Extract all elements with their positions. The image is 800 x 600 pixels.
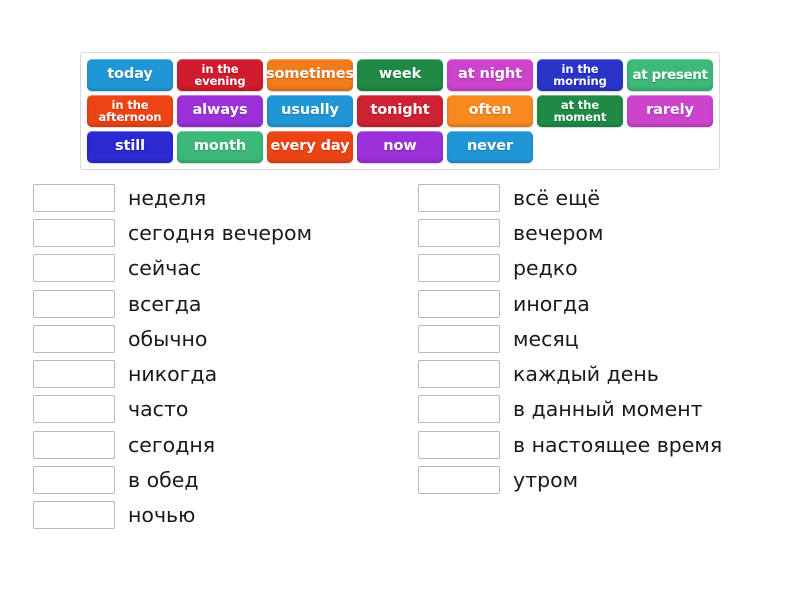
- answer-term-label: в обед: [128, 468, 199, 493]
- word-tile[interactable]: at the moment: [537, 95, 623, 127]
- answer-row: сегодня: [33, 427, 403, 462]
- word-tile[interactable]: rarely: [627, 95, 713, 127]
- word-tile[interactable]: month: [177, 131, 263, 163]
- answer-row: ночью: [33, 498, 403, 533]
- answer-term-label: в настоящее время: [513, 432, 723, 457]
- word-bank-row-2: in the afternoon always usually tonight ofte…: [87, 95, 715, 127]
- answer-row: всегда: [33, 286, 403, 321]
- answer-term-label: редко: [513, 256, 578, 281]
- answer-dropzone[interactable]: [33, 183, 115, 212]
- answer-term-label: иногда: [513, 291, 590, 316]
- word-bank: today in the evening sometimes week at night…: [80, 52, 720, 170]
- answer-dropzone[interactable]: [33, 289, 115, 318]
- word-bank-row-3: still month every day now never: [87, 131, 715, 163]
- exercise-page: today in the evening sometimes week at night…: [0, 0, 800, 600]
- answer-column-right: всё ещё вечером редко иногда месяц каждый ден…: [418, 180, 793, 533]
- answer-dropzone[interactable]: [33, 466, 115, 495]
- word-tile[interactable]: in the morning: [537, 59, 623, 91]
- answer-term-label: ночью: [128, 503, 196, 528]
- answer-dropzone[interactable]: [33, 360, 115, 389]
- answer-dropzone[interactable]: [418, 289, 500, 318]
- answer-row: сегодня вечером: [33, 215, 403, 250]
- answer-dropzone[interactable]: [33, 254, 115, 283]
- answer-row: утром: [418, 462, 793, 497]
- answer-row: каждый день: [418, 356, 793, 391]
- answer-term-label: сегодня вечером: [128, 220, 313, 245]
- answer-term-label: никогда: [128, 362, 218, 387]
- answer-term-label: всё ещё: [513, 185, 601, 210]
- answer-row: никогда: [33, 356, 403, 391]
- answer-row: в настоящее время: [418, 427, 793, 462]
- word-tile[interactable]: never: [447, 131, 533, 163]
- word-tile[interactable]: often: [447, 95, 533, 127]
- answer-row: вечером: [418, 215, 793, 250]
- answer-term-label: всегда: [128, 291, 202, 316]
- answer-row: в обед: [33, 462, 403, 497]
- answer-term-label: в данный момент: [513, 397, 703, 422]
- answer-row: всё ещё: [418, 180, 793, 215]
- word-bank-row-1: today in the evening sometimes week at night…: [87, 59, 715, 91]
- word-tile[interactable]: still: [87, 131, 173, 163]
- answer-term-label: месяц: [513, 326, 579, 351]
- answer-row: сейчас: [33, 251, 403, 286]
- answer-row: неделя: [33, 180, 403, 215]
- answer-term-label: неделя: [128, 185, 207, 210]
- word-tile[interactable]: tonight: [357, 95, 443, 127]
- answer-dropzone[interactable]: [418, 218, 500, 247]
- answer-term-label: сегодня: [128, 432, 216, 457]
- answer-dropzone[interactable]: [418, 360, 500, 389]
- word-tile[interactable]: at night: [447, 59, 533, 91]
- word-tile[interactable]: every day: [267, 131, 353, 163]
- answer-dropzone[interactable]: [33, 218, 115, 247]
- answer-row: обычно: [33, 321, 403, 356]
- answer-row: в данный момент: [418, 392, 793, 427]
- answer-row: редко: [418, 251, 793, 286]
- answer-term-label: утром: [513, 468, 579, 493]
- answer-term-label: обычно: [128, 326, 208, 351]
- answer-dropzone[interactable]: [418, 395, 500, 424]
- word-tile[interactable]: week: [357, 59, 443, 91]
- answer-dropzone[interactable]: [418, 254, 500, 283]
- word-tile[interactable]: at present: [627, 59, 713, 91]
- word-tile[interactable]: always: [177, 95, 263, 127]
- answer-dropzone[interactable]: [33, 501, 115, 530]
- answer-row: иногда: [418, 286, 793, 321]
- answer-columns: неделя сегодня вечером сейчас всегда обычно н…: [0, 180, 800, 533]
- answer-dropzone[interactable]: [33, 430, 115, 459]
- word-tile[interactable]: in the evening: [177, 59, 263, 91]
- word-tile[interactable]: now: [357, 131, 443, 163]
- answer-term-label: вечером: [513, 220, 604, 245]
- answer-column-left: неделя сегодня вечером сейчас всегда обычно н…: [33, 180, 403, 533]
- word-tile[interactable]: usually: [267, 95, 353, 127]
- word-tile[interactable]: sometimes: [266, 59, 354, 91]
- word-tile[interactable]: today: [87, 59, 173, 91]
- answer-dropzone[interactable]: [418, 324, 500, 353]
- answer-term-label: каждый день: [513, 362, 659, 387]
- answer-dropzone[interactable]: [418, 466, 500, 495]
- answer-row: месяц: [418, 321, 793, 356]
- answer-dropzone[interactable]: [33, 324, 115, 353]
- answer-dropzone[interactable]: [418, 430, 500, 459]
- answer-row: часто: [33, 392, 403, 427]
- answer-dropzone[interactable]: [33, 395, 115, 424]
- answer-term-label: сейчас: [128, 256, 202, 281]
- answer-term-label: часто: [128, 397, 189, 422]
- word-tile[interactable]: in the afternoon: [87, 95, 173, 127]
- answer-dropzone[interactable]: [418, 183, 500, 212]
